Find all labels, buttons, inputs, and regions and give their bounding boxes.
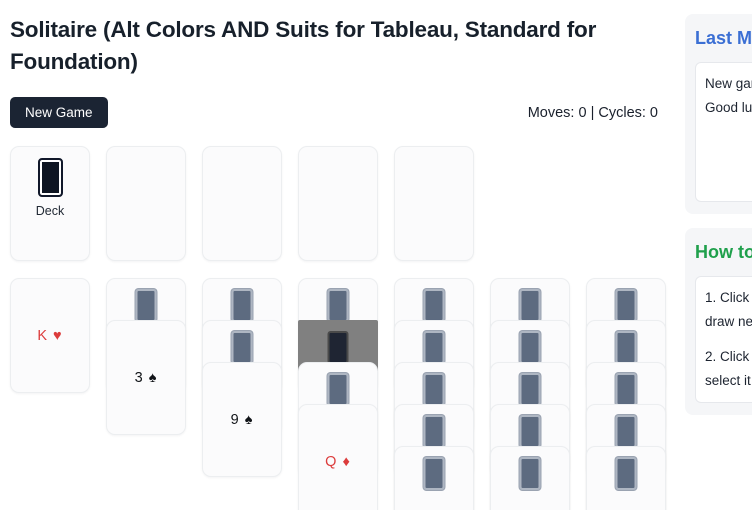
card-back-icon — [519, 331, 541, 365]
foundation-piles — [106, 146, 474, 262]
card-back-icon — [519, 373, 541, 407]
sidebar: Last Move: New game started. Good luck! … — [678, 0, 752, 510]
tableau-column-2[interactable]: 3 ♠ — [106, 278, 186, 436]
tableau-column-6[interactable] — [490, 278, 570, 510]
card-back-icon — [327, 331, 349, 365]
tableau-card-faceup[interactable]: 9 ♠ — [202, 362, 282, 478]
tableau-column-7[interactable] — [586, 278, 666, 510]
foundation-pile-3[interactable] — [298, 146, 378, 262]
card-back-icon — [423, 457, 445, 491]
card-back-icon — [423, 373, 445, 407]
toolbar: New Game Moves: 0 | Cycles: 0 — [10, 96, 668, 129]
tableau: K ♥ 3 ♠ 9 ♠ 5 ♠Q ♦ — [10, 278, 668, 510]
card-face-label: Q ♦ — [325, 453, 351, 470]
new-game-button[interactable]: New Game — [10, 96, 108, 129]
foundation-pile-1[interactable] — [106, 146, 186, 262]
stats-readout: Moves: 0 | Cycles: 0 — [527, 104, 658, 121]
tableau-card-faceup[interactable]: K ♥ — [10, 278, 90, 394]
foundation-pile-2[interactable] — [202, 146, 282, 262]
card-back-icon — [327, 373, 349, 407]
card-back-icon — [615, 415, 637, 449]
last-move-title: Last Move: — [695, 28, 752, 48]
tableau-card-facedown[interactable] — [394, 446, 474, 510]
how-to-play-title: How to Play: — [695, 241, 752, 262]
card-back-icon — [423, 289, 445, 323]
card-face-label: 3 ♠ — [134, 369, 158, 386]
card-face-label: 9 ♠ — [230, 411, 254, 428]
last-move-text: New game started. Good luck! — [695, 61, 752, 202]
card-back-icon — [519, 289, 541, 323]
card-face-label: K ♥ — [37, 327, 63, 344]
how-to-play-step-2: 2. Click a card to select it — [705, 348, 752, 388]
game-main-area: Solitaire (Alt Colors AND Suits for Tabl… — [0, 0, 678, 510]
tableau-column-4[interactable]: 5 ♠Q ♦ — [298, 278, 378, 510]
tableau-column-1[interactable]: K ♥ — [10, 278, 90, 394]
deck-and-foundations-row: Deck — [10, 146, 668, 262]
how-to-play-panel: How to Play: 1. Click the deck to draw n… — [685, 227, 752, 415]
foundation-pile-4[interactable] — [394, 146, 474, 262]
card-back-icon — [519, 415, 541, 449]
tableau-card-faceup[interactable]: Q ♦ — [298, 404, 378, 510]
card-back-icon — [615, 457, 637, 491]
deck-pile[interactable]: Deck — [10, 146, 90, 262]
tableau-card-faceup[interactable]: 3 ♠ — [106, 320, 186, 436]
card-back-icon — [135, 289, 157, 323]
card-back-icon — [519, 457, 541, 491]
how-to-play-step-1: 1. Click the deck to draw new cards — [705, 289, 752, 329]
tableau-column-3[interactable]: 9 ♠ — [202, 278, 282, 478]
last-move-panel: Last Move: New game started. Good luck! — [685, 14, 752, 214]
card-back-icon — [423, 415, 445, 449]
card-back-icon — [615, 289, 637, 323]
card-back-icon — [615, 331, 637, 365]
how-to-play-steps: 1. Click the deck to draw new cards 2. Cl… — [695, 275, 752, 403]
tableau-column-5[interactable] — [394, 278, 474, 510]
solitaire-app: Solitaire (Alt Colors AND Suits for Tabl… — [0, 0, 752, 510]
card-back-icon — [423, 331, 445, 365]
card-back-icon — [615, 373, 637, 407]
card-back-icon — [327, 289, 349, 323]
page-title: Solitaire (Alt Colors AND Suits for Tabl… — [10, 17, 597, 74]
tableau-card-facedown[interactable] — [490, 446, 570, 510]
card-back-icon — [37, 158, 63, 198]
card-back-icon — [231, 289, 253, 323]
tableau-card-facedown[interactable] — [586, 446, 666, 510]
deck-label: Deck — [35, 204, 65, 219]
card-back-icon — [231, 331, 253, 365]
